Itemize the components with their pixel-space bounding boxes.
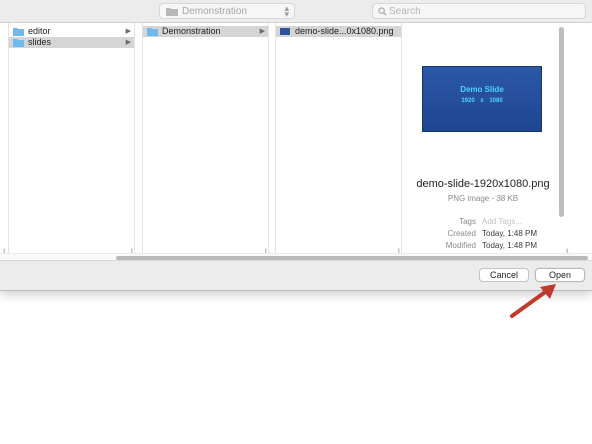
list-item-label: Demonstration — [162, 26, 221, 36]
image-file-icon — [280, 28, 290, 35]
preview-kind: PNG image - 38 KB — [447, 194, 519, 203]
modified-value: Today, 1:48 PM — [482, 241, 537, 250]
chevron-right-icon: ▶ — [125, 39, 131, 46]
search-field[interactable] — [372, 3, 586, 19]
location-label: Demonstration — [182, 6, 248, 17]
column-1: editor ▶ slides ▶ || — [9, 23, 135, 260]
created-value: Today, 1:48 PM — [482, 229, 537, 238]
list-item-slides[interactable]: slides ▶ — [9, 37, 134, 48]
list-item-editor[interactable]: editor ▶ — [9, 26, 134, 37]
folder-icon — [13, 28, 24, 36]
list-item-label: demo-slide...0x1080.png — [295, 26, 394, 36]
created-label: Created — [447, 229, 476, 238]
thumbnail-title: Demo Slide — [460, 85, 504, 94]
preview-thumbnail: Demo Slide 1920 x 1080 — [422, 66, 542, 132]
list-item-demo-slide[interactable]: demo-slide...0x1080.png — [276, 26, 401, 37]
column-3: demo-slide...0x1080.png || — [276, 23, 402, 260]
list-item-label: slides — [28, 37, 52, 47]
list-item-demonstration[interactable]: Demonstration ▶ — [143, 26, 268, 37]
folder-icon — [166, 8, 178, 16]
toolbar: Demonstration ▴ ▾ — [0, 0, 592, 22]
chevron-right-icon: ▶ — [125, 28, 131, 35]
column-spacer — [135, 23, 143, 260]
thumbnail-size: 1920 x 1080 — [461, 98, 503, 104]
folder-icon — [147, 28, 158, 36]
updown-chevron-icon: ▴ ▾ — [284, 3, 289, 19]
modified-label: Modified — [445, 241, 476, 250]
open-file-dialog: Demonstration ▴▾ editor ▶ — [0, 0, 592, 291]
chevron-right-icon: ▶ — [259, 28, 265, 35]
column-browser: editor ▶ slides ▶ || Demonstration ▶ | — [0, 22, 592, 261]
vertical-scrollbar[interactable] — [559, 27, 564, 217]
file-preview: Demo Slide 1920 x 1080 demo-slide-1920x1… — [408, 23, 558, 260]
tags-label: Tags — [459, 217, 476, 226]
tags-input[interactable]: Add Tags... — [482, 217, 522, 226]
folder-icon — [13, 39, 24, 47]
column-2: Demonstration ▶ || — [143, 23, 269, 260]
preview-filename: demo-slide-1920x1080.png — [416, 178, 550, 190]
column-spacer — [0, 23, 9, 260]
search-icon — [378, 7, 387, 16]
search-input[interactable] — [389, 5, 579, 17]
location-popup[interactable]: Demonstration ▴ ▾ — [159, 3, 295, 19]
annotation-arrow-icon — [510, 284, 556, 318]
list-item-label: editor — [28, 26, 51, 36]
column-spacer — [269, 23, 276, 260]
